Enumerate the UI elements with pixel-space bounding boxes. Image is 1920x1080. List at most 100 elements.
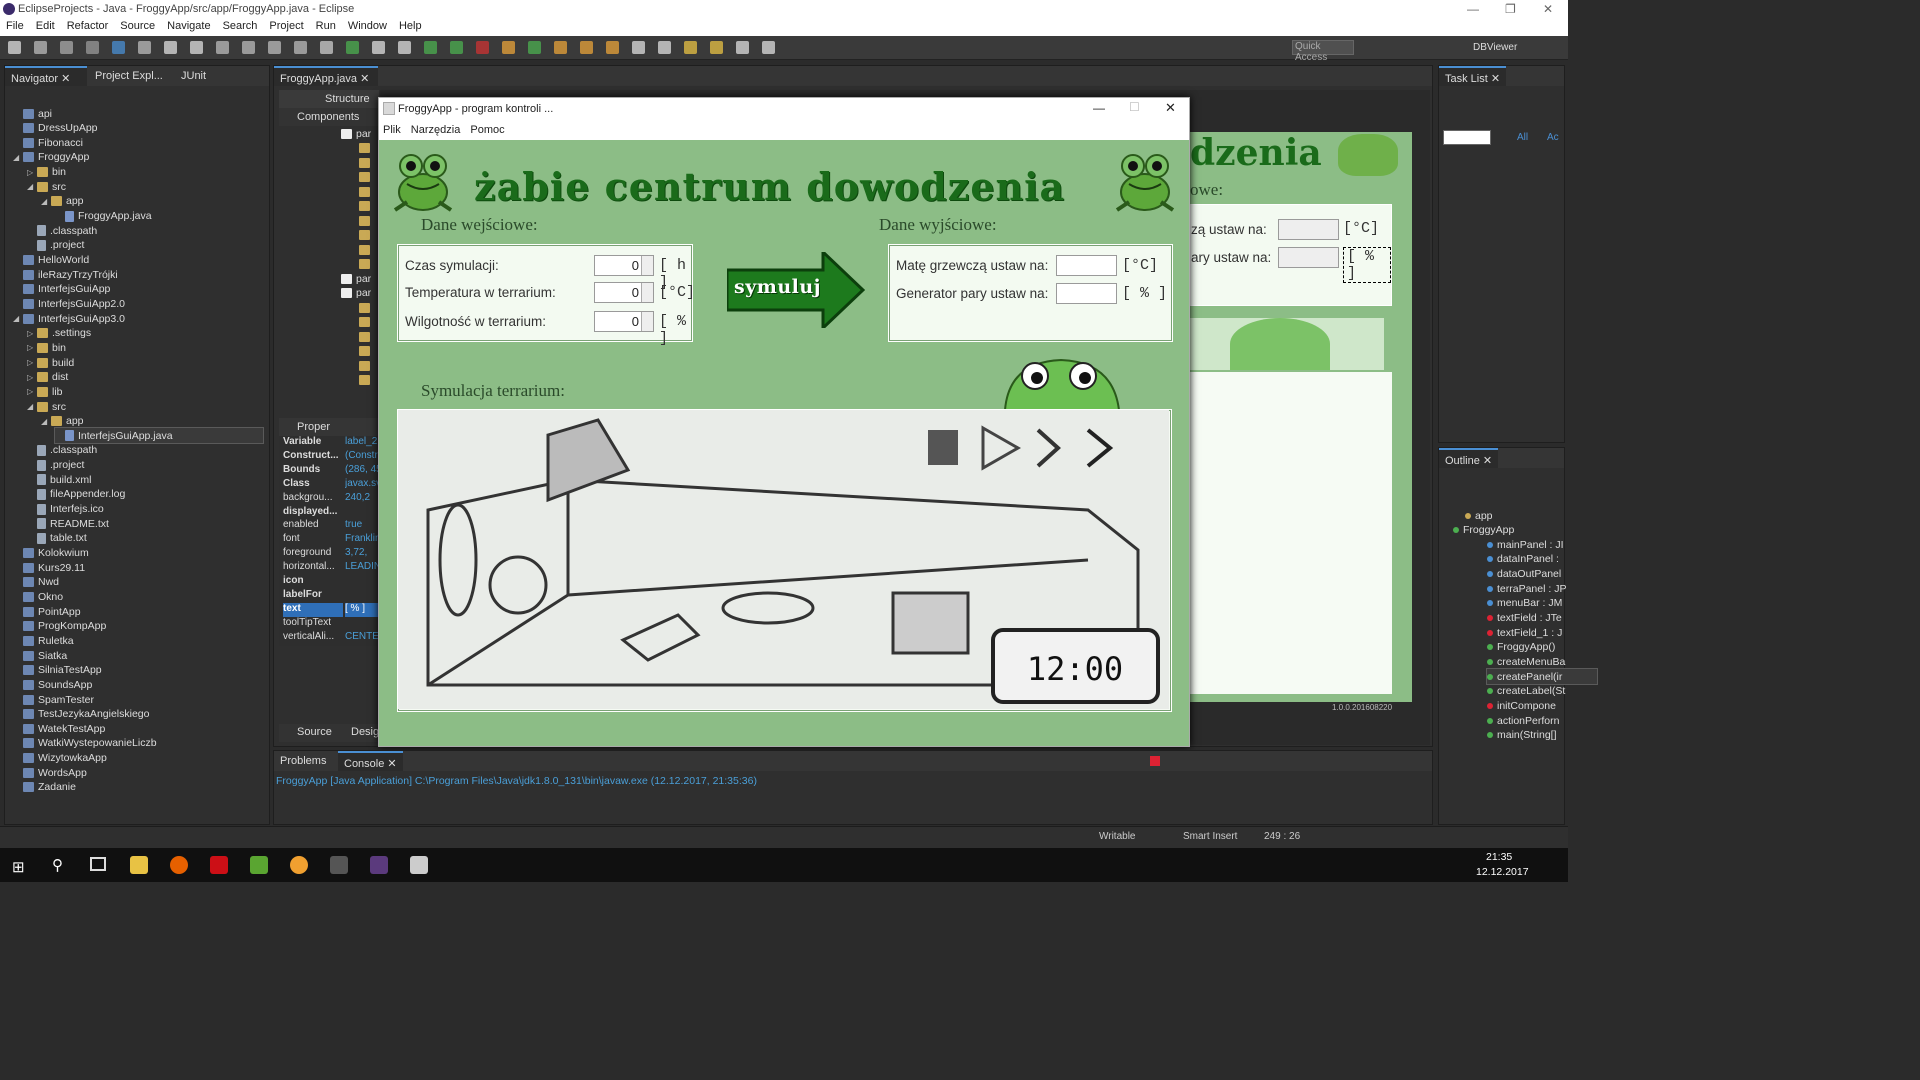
toolbar-button-icon[interactable] (528, 41, 541, 54)
property-value[interactable] (345, 589, 379, 603)
property-value[interactable]: (286, 45 (345, 464, 379, 478)
component-item[interactable] (359, 300, 374, 315)
expand-arrow-icon[interactable]: ◢ (13, 314, 23, 323)
outline-item[interactable]: initCompone (1487, 698, 1597, 713)
component-item[interactable] (359, 315, 374, 330)
toolbar-button-icon[interactable] (34, 41, 47, 54)
tree-item[interactable]: SoundsApp (13, 677, 263, 692)
tree-item[interactable]: .classpath (27, 443, 263, 458)
toolbar-button-icon[interactable] (294, 41, 307, 54)
tree-item[interactable]: ▷ bin (27, 165, 263, 180)
expand-arrow-icon[interactable]: ▷ (27, 343, 37, 352)
tree-item[interactable]: InterfejsGuiApp (13, 282, 263, 297)
property-value[interactable] (345, 506, 379, 520)
tree-item[interactable]: Siatka (13, 648, 263, 663)
menu-file[interactable]: File (0, 19, 30, 32)
tree-item[interactable]: Ruletka (13, 633, 263, 648)
tree-item[interactable]: .project (27, 238, 263, 253)
tree-item[interactable]: build.xml (27, 472, 263, 487)
tree-item[interactable]: ileRazyTrzyTrójki (13, 267, 263, 282)
tree-item[interactable]: Nwd (13, 575, 263, 590)
tree-item[interactable]: README.txt (27, 516, 263, 531)
firefox-icon[interactable] (170, 856, 188, 874)
properties-tab[interactable]: Proper (297, 421, 330, 433)
component-item[interactable] (359, 242, 374, 257)
heating-field[interactable] (1056, 255, 1117, 276)
opera-icon[interactable] (210, 856, 228, 874)
tab-source[interactable]: Source (297, 726, 332, 738)
close-icon[interactable]: ✕ (61, 73, 70, 85)
property-value[interactable]: [ % ] (345, 602, 379, 617)
toolbar-button-icon[interactable] (86, 41, 99, 54)
tree-item[interactable]: ▷ dist (27, 370, 263, 385)
tree-item[interactable]: Okno (13, 589, 263, 604)
expand-arrow-icon[interactable]: ▷ (27, 168, 37, 177)
property-value[interactable]: label_2 (345, 436, 379, 450)
property-value[interactable]: (Constr (345, 450, 379, 464)
temperature-spinner[interactable]: 0 (594, 282, 654, 303)
tree-item[interactable]: ▷ .settings (27, 326, 263, 341)
tree-item[interactable]: Kurs29.11 (13, 560, 263, 575)
component-item[interactable] (359, 199, 374, 214)
tree-item[interactable]: SilniaTestApp (13, 663, 263, 678)
close-icon[interactable]: ✕ (1483, 455, 1492, 467)
outline-item[interactable]: FroggyApp() (1487, 640, 1597, 655)
close-icon[interactable]: ✕ (360, 73, 369, 85)
toolbar-button-icon[interactable] (164, 41, 177, 54)
toolbar-button-icon[interactable] (372, 41, 385, 54)
toolbar-button-icon[interactable] (580, 41, 593, 54)
component-item[interactable]: par (341, 286, 371, 301)
toolbar-button-icon[interactable] (346, 41, 359, 54)
property-value[interactable]: true (345, 519, 379, 533)
component-item[interactable] (359, 329, 374, 344)
menu-help[interactable]: Help (393, 19, 428, 32)
menu-navigate[interactable]: Navigate (161, 19, 216, 32)
tree-item[interactable]: Interfejs.ico (27, 502, 263, 517)
toolbar-button-icon[interactable] (762, 41, 775, 54)
tree-item[interactable]: PointApp (13, 604, 263, 619)
outline-item[interactable]: createPanel(ir (1486, 668, 1598, 686)
toolbar-button-icon[interactable] (632, 41, 645, 54)
toolbar-button-icon[interactable] (710, 41, 723, 54)
tab-console[interactable]: Console ✕ (338, 751, 403, 771)
toolbar-button-icon[interactable] (736, 41, 749, 54)
close-icon[interactable]: ✕ (387, 758, 396, 770)
close-icon[interactable]: ✕ (1543, 2, 1553, 16)
humidity-spinner[interactable]: 0 (594, 311, 654, 332)
expand-arrow-icon[interactable]: ◢ (41, 417, 51, 426)
menu-pomoc[interactable]: Pomoc (466, 120, 507, 136)
toolbar-button-icon[interactable] (268, 41, 281, 54)
expand-arrow-icon[interactable]: ▷ (27, 387, 37, 396)
tab-navigator[interactable]: Navigator ✕ (5, 66, 87, 86)
tab-project-explorer[interactable]: Project Expl... (89, 66, 169, 86)
tree-item[interactable]: FroggyApp.java (55, 209, 263, 224)
tab-problems[interactable]: Problems (274, 751, 332, 771)
tree-item[interactable]: ◢ app (41, 414, 263, 429)
tree-item[interactable]: Zadanie (13, 780, 263, 795)
expand-arrow-icon[interactable]: ◢ (27, 402, 37, 411)
tree-item[interactable]: ◢ src (27, 399, 263, 414)
designer-row1-field[interactable] (1278, 219, 1339, 240)
toolbar-button-icon[interactable] (216, 41, 229, 54)
time-spinner[interactable]: 0 (594, 255, 654, 276)
outline-item[interactable]: createMenuBa (1487, 655, 1597, 670)
menu-project[interactable]: Project (263, 19, 309, 32)
outline-item[interactable]: createLabel(St (1487, 684, 1597, 699)
tree-item[interactable]: ◢ FroggyApp (13, 150, 263, 165)
tree-item[interactable]: .project (27, 458, 263, 473)
outline-item[interactable]: menuBar : JM (1487, 596, 1597, 611)
quick-access-field[interactable]: Quick Access (1292, 40, 1354, 63)
eclipse-taskbar-icon[interactable] (370, 856, 388, 874)
dbviewer-perspective[interactable]: DBViewer (1473, 42, 1517, 53)
toolbar-button-icon[interactable] (320, 41, 333, 54)
toolbar-button-icon[interactable] (8, 41, 21, 54)
start-icon[interactable]: ⊞ (12, 858, 25, 876)
toolbar-button-icon[interactable] (138, 41, 151, 54)
tree-item[interactable]: DressUpApp (13, 121, 263, 136)
tab-task-list[interactable]: Task List ✕ (1439, 66, 1507, 86)
menu-window[interactable]: Window (342, 19, 393, 32)
tab-outline[interactable]: Outline ✕ (1439, 448, 1499, 468)
tree-item[interactable]: ▷ bin (27, 340, 263, 355)
outline-item[interactable]: terraPanel : JP (1487, 581, 1597, 596)
expand-arrow-icon[interactable]: ▷ (27, 373, 37, 382)
